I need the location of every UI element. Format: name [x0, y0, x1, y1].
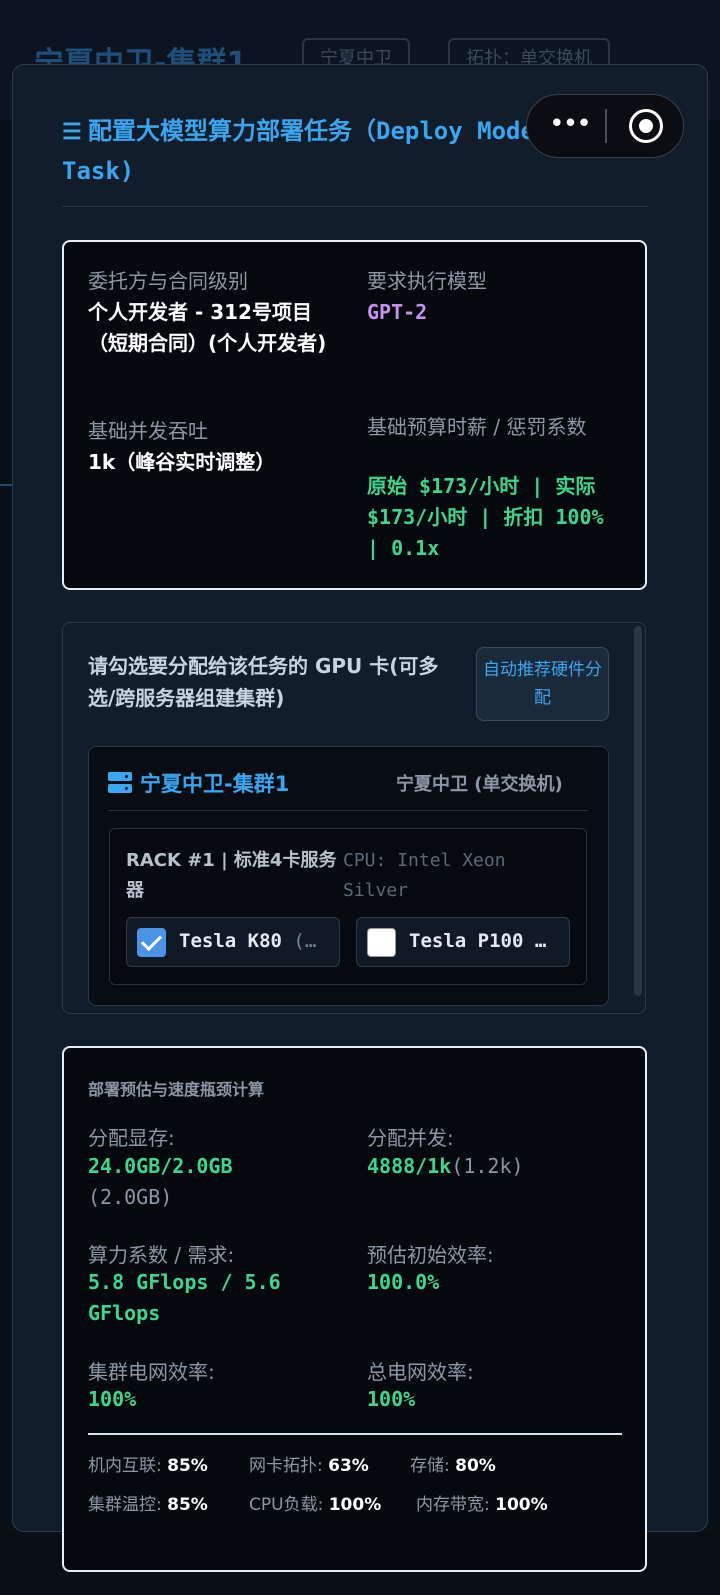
- gpu-option-label: Tesla K80 (…: [179, 930, 333, 952]
- interconnect-label: 机内互联:: [88, 1456, 162, 1476]
- concurrency-label: 基础并发吞吐: [88, 419, 208, 443]
- concurrency-alloc-main: 4888/1k: [367, 1154, 452, 1178]
- gpu-suffix: …: [534, 930, 547, 952]
- vram-label: 分配显存:: [88, 1126, 175, 1150]
- cluster-location: 宁夏中卫 (单交换机): [396, 774, 563, 795]
- cpu-load-stat: CPU负载: 100%: [249, 1490, 381, 1515]
- cluster-divider: [108, 810, 588, 811]
- total-grid-value: 100%: [367, 1387, 416, 1411]
- concurrency-value: 1k（峰谷实时调整）: [88, 450, 276, 474]
- vram-sub: (2.0GB): [88, 1185, 173, 1209]
- server-icon: [108, 772, 132, 794]
- title-divider: [62, 206, 648, 207]
- capsule-divider: [605, 109, 607, 143]
- estimate-divider: [88, 1433, 622, 1435]
- gpu-checkbox-unchecked[interactable]: [367, 928, 396, 957]
- auto-recommend-button[interactable]: 自动推荐硬件分配: [476, 647, 609, 721]
- storage-stat: 存储: 80%: [410, 1451, 496, 1476]
- flops-value: 5.8 GFlops / 5.6 GFlops: [88, 1270, 281, 1325]
- gpu-checkbox-checked[interactable]: [137, 928, 166, 957]
- estimate-title: 部署预估与速度瓶颈计算: [88, 1080, 265, 1099]
- cluster-grid-value: 100%: [88, 1387, 137, 1411]
- cluster-name: 宁夏中卫-集群1: [140, 772, 290, 796]
- cpu-load-value: 100%: [328, 1495, 382, 1515]
- storage-value: 80%: [455, 1456, 496, 1476]
- vram-value: 24.0GB/2.0GB: [88, 1154, 233, 1178]
- thermal-value: 85%: [167, 1495, 208, 1515]
- gpu-panel-scrollbar[interactable]: [634, 626, 642, 996]
- concurrency-alloc-label: 分配并发:: [367, 1126, 454, 1150]
- budget-label: 基础预算时薪 / 惩罚系数: [367, 415, 587, 439]
- gpu-option-tesla-k80[interactable]: Tesla K80 (…: [126, 917, 340, 967]
- client-value: 个人开发者 - 312号项目（短期合同）(个人开发者): [88, 300, 327, 355]
- memory-bandwidth-stat: 内存带宽: 100%: [416, 1490, 548, 1515]
- interconnect-stat: 机内互联: 85%: [88, 1451, 208, 1476]
- nic-value: 63%: [328, 1456, 369, 1476]
- interconnect-value: 85%: [167, 1456, 208, 1476]
- gpu-selection-prompt: 请勾选要分配给该任务的 GPU 卡(可多选/跨服务器组建集群): [88, 654, 439, 710]
- client-label: 委托方与合同级别: [88, 269, 248, 293]
- rack-cpu: CPU: Intel Xeon Silver: [343, 850, 506, 901]
- gpu-option-tesla-p100[interactable]: Tesla P100 …: [356, 917, 570, 967]
- modal-title: ☰ 配置大模型算力部署任务（Deploy Model Task): [62, 112, 562, 190]
- exit-target-icon[interactable]: [629, 109, 663, 143]
- model-label: 要求执行模型: [367, 269, 487, 293]
- concurrency-alloc-sub: (1.2k): [451, 1154, 524, 1178]
- cpu-load-label: CPU负载:: [249, 1495, 324, 1515]
- gpu-option-label: Tesla P100 …: [409, 930, 563, 952]
- nic-stat: 网卡拓扑: 63%: [249, 1451, 369, 1476]
- flops-label: 算力系数 / 需求:: [88, 1243, 235, 1267]
- memory-bandwidth-value: 100%: [495, 1495, 548, 1515]
- storage-label: 存储:: [410, 1456, 450, 1476]
- model-value: GPT-2: [367, 300, 428, 324]
- concurrency-alloc-value: 4888/1k(1.2k): [367, 1151, 524, 1182]
- list-icon: ☰: [62, 120, 82, 145]
- thermal-stat: 集群温控: 85%: [88, 1490, 208, 1515]
- cluster-grid-label: 集群电网效率:: [88, 1360, 215, 1384]
- nic-label: 网卡拓扑:: [249, 1456, 323, 1476]
- budget-value: 原始 $173/小时 | 实际 $173/小时 | 折扣 100% | 0.1x: [367, 474, 604, 560]
- gpu-name: Tesla P100: [409, 930, 524, 952]
- more-icon[interactable]: •••: [549, 109, 592, 139]
- efficiency-value: 100.0%: [367, 1270, 440, 1294]
- thermal-label: 集群温控:: [88, 1495, 162, 1515]
- efficiency-label: 预估初始效率:: [367, 1243, 494, 1267]
- gpu-suffix: (…: [293, 930, 317, 952]
- mini-program-capsule: •••: [526, 94, 684, 158]
- total-grid-label: 总电网效率:: [367, 1360, 474, 1384]
- rack-name: RACK #1 | 标准4卡服务器: [126, 850, 337, 901]
- modal-title-text: 配置大模型算力部署任务（Deploy Model Task): [62, 117, 550, 185]
- memory-bandwidth-label: 内存带宽:: [416, 1495, 490, 1515]
- gpu-name: Tesla K80: [179, 930, 282, 952]
